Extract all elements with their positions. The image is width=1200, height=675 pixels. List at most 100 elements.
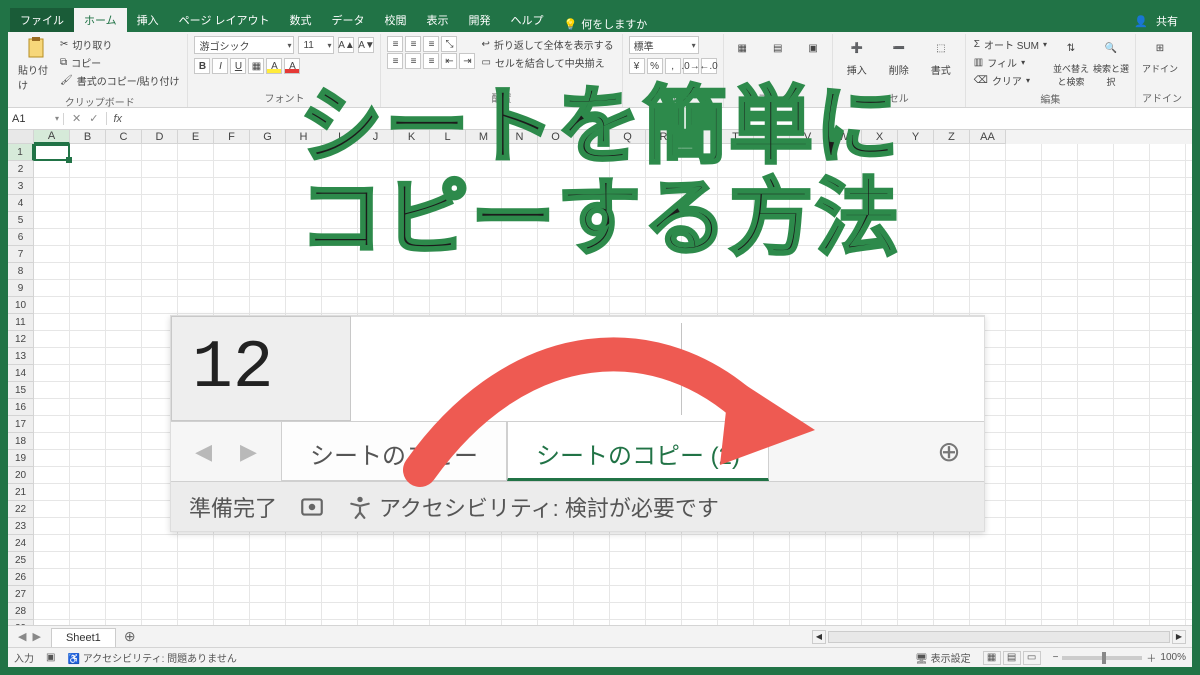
tab-developer[interactable]: 開発 bbox=[459, 8, 501, 32]
row-header-13[interactable]: 13 bbox=[8, 348, 34, 365]
cell-styles-button[interactable]: ▣ bbox=[800, 36, 825, 60]
zoom-out-button[interactable]: − bbox=[1053, 652, 1059, 663]
col-header-E[interactable]: E bbox=[178, 130, 214, 144]
tab-page-layout[interactable]: ページ レイアウト bbox=[169, 8, 280, 32]
row-header-1[interactable]: 1 bbox=[8, 144, 34, 161]
name-box[interactable]: A1 bbox=[8, 113, 64, 125]
row-header-15[interactable]: 15 bbox=[8, 382, 34, 399]
col-header-Q[interactable]: Q bbox=[610, 130, 646, 144]
add-sheet-button[interactable]: ⊕ bbox=[116, 628, 144, 645]
row-header-26[interactable]: 26 bbox=[8, 569, 34, 586]
percent-button[interactable]: % bbox=[647, 58, 663, 74]
tab-nav-next-icon[interactable]: ▶ bbox=[32, 630, 40, 643]
row-header-23[interactable]: 23 bbox=[8, 518, 34, 535]
row-header-21[interactable]: 21 bbox=[8, 484, 34, 501]
row-header-7[interactable]: 7 bbox=[8, 246, 34, 263]
row-header-20[interactable]: 20 bbox=[8, 467, 34, 484]
mag-sheet-tab-1[interactable]: シートのコピー bbox=[281, 422, 507, 481]
col-header-S[interactable]: S bbox=[682, 130, 718, 144]
paste-button[interactable]: 貼り付け bbox=[18, 36, 54, 92]
row-header-29[interactable]: 29 bbox=[8, 620, 34, 625]
enter-formula-icon[interactable]: ✓ bbox=[89, 112, 98, 125]
col-header-M[interactable]: M bbox=[466, 130, 502, 144]
row-header-2[interactable]: 2 bbox=[8, 161, 34, 178]
row-header-8[interactable]: 8 bbox=[8, 263, 34, 280]
orientation-button[interactable]: ⤡ bbox=[441, 36, 457, 52]
comma-button[interactable]: , bbox=[665, 58, 681, 74]
tab-home[interactable]: ホーム bbox=[74, 8, 127, 32]
format-as-table-button[interactable]: ▤ bbox=[765, 36, 790, 60]
align-right-button[interactable]: ≡ bbox=[423, 53, 439, 69]
decrease-font-button[interactable]: A▼ bbox=[358, 37, 374, 53]
col-header-D[interactable]: D bbox=[142, 130, 178, 144]
font-color-button[interactable]: A bbox=[284, 58, 300, 74]
mag-nav-prev-icon[interactable]: ◀ bbox=[195, 439, 212, 465]
col-header-K[interactable]: K bbox=[394, 130, 430, 144]
row-header-10[interactable]: 10 bbox=[8, 297, 34, 314]
row-header-28[interactable]: 28 bbox=[8, 603, 34, 620]
tab-file[interactable]: ファイル bbox=[10, 8, 74, 32]
font-name-combo[interactable]: 游ゴシック bbox=[194, 36, 294, 54]
row-header-27[interactable]: 27 bbox=[8, 586, 34, 603]
indent-inc-button[interactable]: ⇥ bbox=[459, 53, 475, 69]
zoom-in-button[interactable]: ＋ bbox=[1146, 650, 1156, 665]
indent-dec-button[interactable]: ⇤ bbox=[441, 53, 457, 69]
accessibility-status[interactable]: ♿ アクセシビリティ: 問題ありません bbox=[67, 650, 236, 665]
zoom-slider[interactable] bbox=[1062, 656, 1142, 660]
merge-center-button[interactable]: ▭セルを結合して中央揃え bbox=[479, 54, 615, 71]
row-header-3[interactable]: 3 bbox=[8, 178, 34, 195]
conditional-format-button[interactable]: ▦ bbox=[730, 36, 755, 60]
row-header-25[interactable]: 25 bbox=[8, 552, 34, 569]
display-settings-button[interactable]: 🖥 表示設定 bbox=[915, 650, 970, 665]
sheet-tab-1[interactable]: Sheet1 bbox=[51, 628, 116, 647]
row-header-14[interactable]: 14 bbox=[8, 365, 34, 382]
macro-record-icon[interactable]: ▣ bbox=[46, 652, 55, 663]
col-header-P[interactable]: P bbox=[574, 130, 610, 144]
fill-button[interactable]: ▥フィル▾ bbox=[972, 54, 1049, 71]
underline-button[interactable]: U bbox=[230, 58, 246, 74]
fx-icon[interactable]: fx bbox=[107, 113, 128, 125]
select-all-corner[interactable] bbox=[8, 130, 34, 144]
view-break-icon[interactable]: ▭ bbox=[1023, 651, 1041, 665]
row-header-4[interactable]: 4 bbox=[8, 195, 34, 212]
row-header-17[interactable]: 17 bbox=[8, 416, 34, 433]
row-header-6[interactable]: 6 bbox=[8, 229, 34, 246]
clear-button[interactable]: ⌫クリア▾ bbox=[972, 72, 1049, 89]
zoom-level[interactable]: 100% bbox=[1160, 652, 1186, 663]
row-header-19[interactable]: 19 bbox=[8, 450, 34, 467]
dec-decimal-button[interactable]: ←.0 bbox=[701, 58, 717, 74]
col-header-G[interactable]: G bbox=[250, 130, 286, 144]
font-size-combo[interactable]: 11 bbox=[298, 36, 334, 54]
col-header-T[interactable]: T bbox=[718, 130, 754, 144]
scroll-left-icon[interactable]: ◀ bbox=[812, 630, 826, 644]
align-middle-button[interactable]: ≡ bbox=[405, 36, 421, 52]
format-painter-button[interactable]: 🖌書式のコピー/貼り付け bbox=[58, 72, 181, 89]
view-page-icon[interactable]: ▤ bbox=[1003, 651, 1021, 665]
col-header-A[interactable]: A bbox=[34, 130, 70, 144]
col-header-U[interactable]: U bbox=[754, 130, 790, 144]
row-header-16[interactable]: 16 bbox=[8, 399, 34, 416]
mag-accessibility[interactable]: アクセシビリティ: 検討が必要です bbox=[347, 491, 719, 523]
col-header-O[interactable]: O bbox=[538, 130, 574, 144]
mag-add-sheet-button[interactable]: ⊕ bbox=[914, 422, 984, 481]
sort-filter-button[interactable]: ⇅並べ替えと検索 bbox=[1053, 36, 1089, 88]
align-bottom-button[interactable]: ≡ bbox=[423, 36, 439, 52]
horizontal-scrollbar[interactable]: ◀ ▶ bbox=[812, 630, 1192, 644]
row-header-11[interactable]: 11 bbox=[8, 314, 34, 331]
number-format-combo[interactable]: 標準 bbox=[629, 36, 699, 54]
autosum-button[interactable]: Σオート SUM▾ bbox=[972, 36, 1049, 53]
tab-review[interactable]: 校閲 bbox=[375, 8, 417, 32]
tab-insert[interactable]: 挿入 bbox=[127, 8, 169, 32]
cancel-formula-icon[interactable]: ✕ bbox=[72, 112, 81, 125]
tab-formulas[interactable]: 数式 bbox=[280, 8, 322, 32]
view-normal-icon[interactable]: ▦ bbox=[983, 651, 1001, 665]
format-cells-button[interactable]: ⬚書式 bbox=[923, 36, 959, 77]
share-button[interactable]: 共有 bbox=[1156, 13, 1178, 29]
cut-button[interactable]: ✂切り取り bbox=[58, 36, 181, 53]
col-header-I[interactable]: I bbox=[322, 130, 358, 144]
row-header-12[interactable]: 12 bbox=[8, 331, 34, 348]
col-header-V[interactable]: V bbox=[790, 130, 826, 144]
increase-font-button[interactable]: A▲ bbox=[338, 37, 354, 53]
col-header-J[interactable]: J bbox=[358, 130, 394, 144]
tab-data[interactable]: データ bbox=[322, 8, 375, 32]
